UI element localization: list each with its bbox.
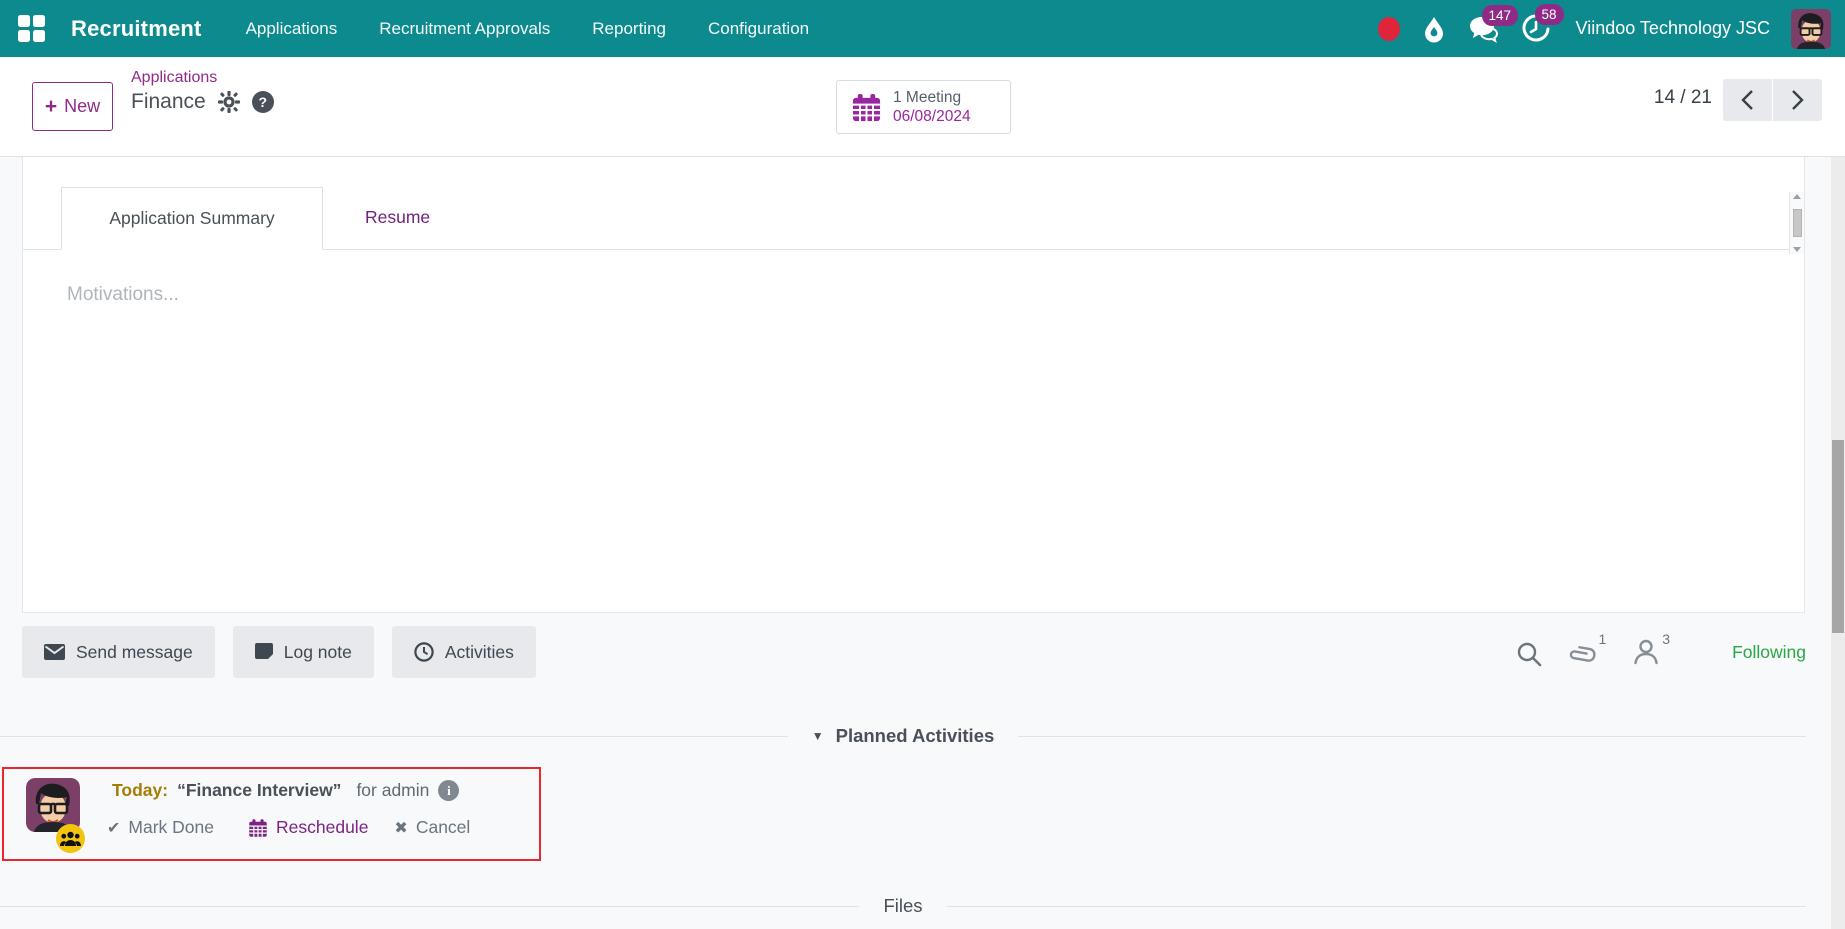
log-note-button[interactable]: Log note <box>233 626 374 678</box>
activities-count-badge: 58 <box>1535 4 1564 26</box>
mark-done-button[interactable]: ✔ Mark Done <box>107 817 214 838</box>
form-sheet: Application Summary Resume Motivations..… <box>22 157 1805 613</box>
messages-icon[interactable]: 147 <box>1468 15 1500 43</box>
activities-button[interactable]: Activities <box>392 626 536 678</box>
scroll-up-icon[interactable] <box>1793 194 1801 199</box>
info-icon[interactable]: i <box>438 780 459 801</box>
activity-summary-line: Today: “Finance Interview” for admin i <box>112 780 459 801</box>
paperclip-icon <box>1568 637 1596 667</box>
attachments-count: 1 <box>1598 631 1606 667</box>
breadcrumb-applications[interactable]: Applications <box>131 69 274 87</box>
menu-configuration[interactable]: Configuration <box>706 13 811 45</box>
calendar-small-icon <box>248 818 268 838</box>
send-message-button[interactable]: Send message <box>22 626 215 678</box>
note-icon <box>255 643 273 661</box>
breadcrumb-current: Finance <box>131 90 206 114</box>
new-button[interactable]: + New <box>32 82 113 131</box>
pager-previous-button[interactable] <box>1723 79 1772 121</box>
person-icon <box>1632 637 1660 665</box>
company-name[interactable]: Viindoo Technology JSC <box>1576 18 1770 39</box>
apps-menu-icon[interactable] <box>18 15 45 42</box>
water-drop-icon[interactable] <box>1421 15 1447 43</box>
search-messages-icon[interactable] <box>1516 641 1542 667</box>
tabs-scrollbar[interactable] <box>1789 192 1804 254</box>
chatter-icons: 1 3 Following <box>1516 637 1806 667</box>
motivations-editor[interactable]: Motivations... <box>23 250 1804 306</box>
gear-icon[interactable] <box>218 91 240 113</box>
activity-title: “Finance Interview” <box>177 780 341 801</box>
messages-count-badge: 147 <box>1482 5 1519 27</box>
meeting-count: 1 Meeting <box>893 88 971 107</box>
collapse-icon[interactable]: ▼ <box>812 729 824 743</box>
meeting-date: 06/08/2024 <box>893 107 971 126</box>
scroll-down-icon[interactable] <box>1793 247 1801 252</box>
help-icon[interactable]: ? <box>252 91 274 113</box>
meeting-type-icon <box>56 824 85 853</box>
new-button-label: New <box>64 96 100 117</box>
record-indicator-icon[interactable] <box>1378 17 1400 41</box>
user-avatar[interactable] <box>1791 9 1831 49</box>
activity-row-highlight: Today: “Finance Interview” for admin i ✔… <box>2 767 541 861</box>
cancel-activity-button[interactable]: ✖ Cancel <box>394 817 470 838</box>
pager-value: 14 / 21 <box>1654 87 1712 109</box>
activities-clock-icon[interactable]: 58 <box>1521 14 1551 44</box>
meeting-button[interactable]: 1 Meeting 06/08/2024 <box>836 80 1011 134</box>
plus-icon: + <box>45 96 57 117</box>
tab-application-summary[interactable]: Application Summary <box>61 187 323 250</box>
planned-activities-section: ▼ Planned Activities <box>0 725 1806 747</box>
cross-icon: ✖ <box>394 818 407 838</box>
tab-resume[interactable]: Resume <box>323 186 472 249</box>
reschedule-button[interactable]: Reschedule <box>248 817 368 838</box>
attachments-button[interactable]: 1 <box>1568 637 1606 667</box>
menu-recruitment-approvals[interactable]: Recruitment Approvals <box>377 13 552 45</box>
calendar-icon <box>851 92 882 123</box>
breadcrumb: Applications Finance ? <box>131 69 274 114</box>
form-view: Application Summary Resume Motivations..… <box>0 156 1845 929</box>
following-toggle[interactable]: Following <box>1732 637 1806 667</box>
followers-count: 3 <box>1662 631 1670 665</box>
top-navbar: Recruitment Applications Recruitment App… <box>0 0 1845 57</box>
files-title[interactable]: Files <box>883 895 922 917</box>
planned-activities-title[interactable]: Planned Activities <box>836 725 995 747</box>
files-section: Files <box>0 895 1806 917</box>
clock-icon <box>414 642 434 662</box>
page-scrollbar[interactable] <box>1831 157 1845 929</box>
menu-reporting[interactable]: Reporting <box>590 13 668 45</box>
envelope-icon <box>44 644 65 660</box>
control-panel: + New Applications Finance ? 1 Meeting 0… <box>0 57 1845 156</box>
pager-next-button[interactable] <box>1773 79 1822 121</box>
followers-button[interactable]: 3 <box>1632 637 1670 665</box>
check-icon: ✔ <box>107 818 120 838</box>
activity-assignee: for admin <box>356 780 429 801</box>
activity-actions: ✔ Mark Done Reschedule ✖ Cancel <box>107 817 470 838</box>
activity-due: Today: <box>112 780 168 801</box>
notebook-tabs: Application Summary Resume <box>23 157 1804 250</box>
menu-applications[interactable]: Applications <box>244 13 340 45</box>
chatter-toolbar: Send message Log note Activities 1 3 Fol… <box>22 626 1806 678</box>
main-menu: Applications Recruitment Approvals Repor… <box>244 13 812 45</box>
app-title: Recruitment <box>71 16 202 42</box>
systray: 147 58 Viindoo Technology JSC <box>1378 9 1831 49</box>
tabs-scrollbar-thumb[interactable] <box>1793 209 1802 237</box>
scrollbar-thumb[interactable] <box>1832 440 1844 633</box>
